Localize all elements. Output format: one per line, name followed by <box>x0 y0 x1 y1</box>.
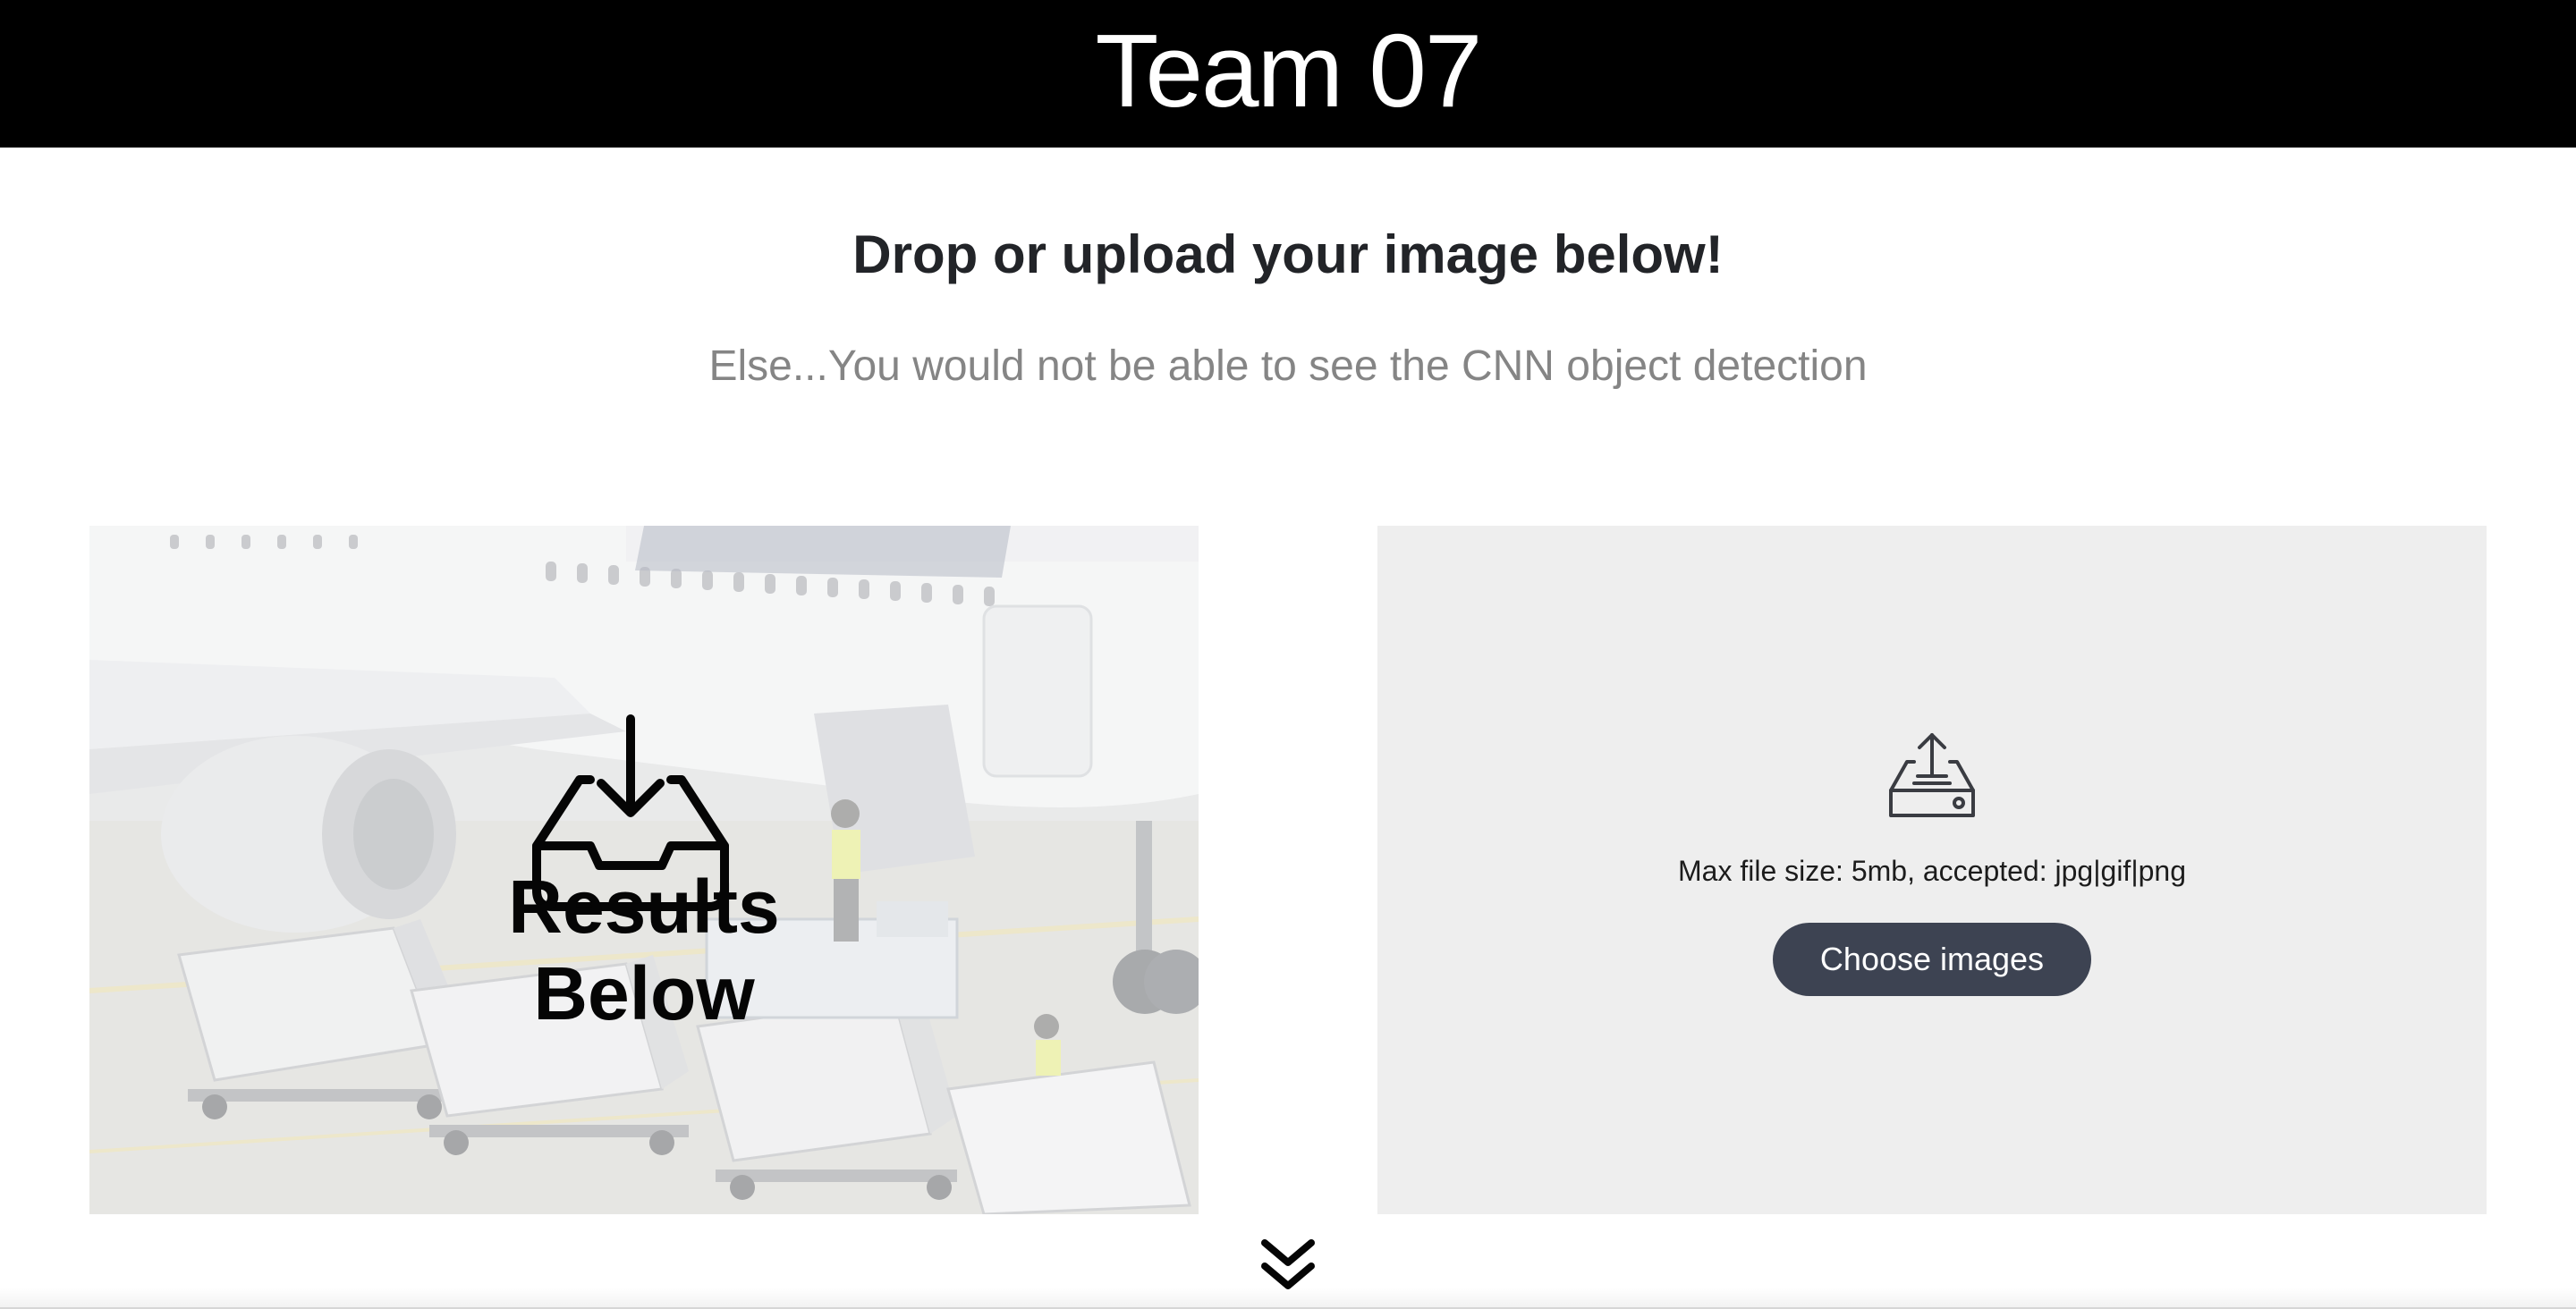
results-label: Results Below <box>508 865 780 1035</box>
upload-subheading: Else...You would not be able to see the … <box>708 342 1868 390</box>
file-size-note: Max file size: 5mb, accepted: jpg|gif|pn… <box>1677 855 2187 887</box>
upload-heading: Drop or upload your image below! <box>852 224 1724 284</box>
header-bar: Team 07 <box>0 0 2576 148</box>
double-chevron-down-icon[interactable] <box>1259 1236 1317 1295</box>
choose-images-button[interactable]: Choose images <box>1773 923 2091 996</box>
results-panel: Results Below <box>89 526 1199 1214</box>
upload-drive-icon <box>1889 733 1975 817</box>
image-dropzone[interactable]: Max file size: 5mb, accepted: jpg|gif|pn… <box>1377 526 2487 1214</box>
page-title: Team 07 <box>1095 12 1483 129</box>
